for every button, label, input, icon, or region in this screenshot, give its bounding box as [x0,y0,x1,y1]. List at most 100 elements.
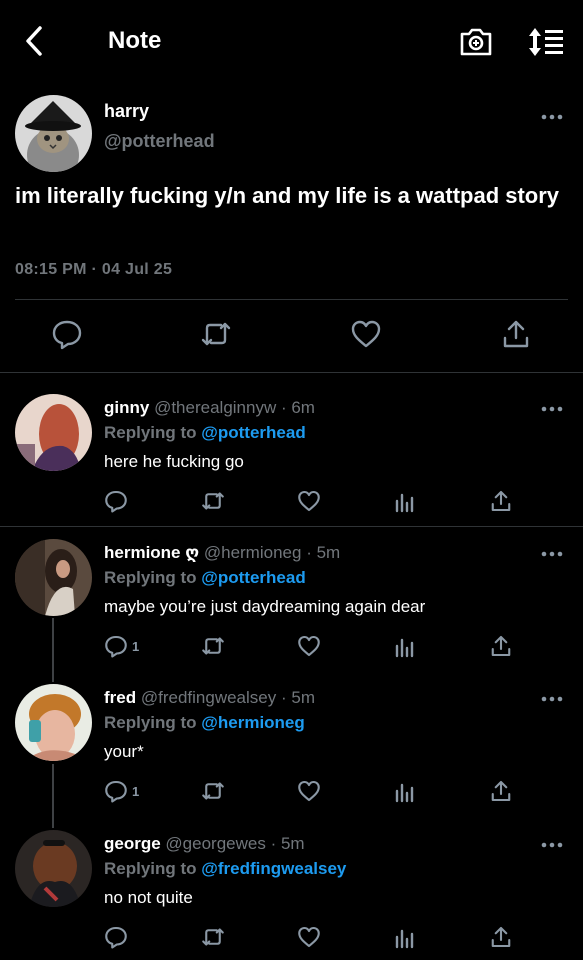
like-icon [298,780,320,802]
analytics-button[interactable] [394,633,416,659]
replying-to: Replying to @fredfingwealsey [104,859,346,879]
like-button[interactable] [297,778,321,804]
like-button[interactable] [297,924,321,950]
analytics-icon [395,929,414,949]
share-button[interactable] [489,488,513,514]
mention-link[interactable]: @fredfingwealsey [201,859,346,878]
mention-link[interactable]: @hermioneg [201,713,304,732]
share-icon [491,635,511,657]
reply-actions: 1 [104,633,524,663]
back-button[interactable] [18,24,50,58]
camera-button[interactable] [458,24,494,60]
author-name[interactable]: fred [104,688,136,707]
reply-header: hermione ღ @hermioneg · 5m [104,543,340,563]
reply-time: · 5m [270,834,305,853]
like-button[interactable] [297,488,321,514]
reply-text: no not quite [104,888,193,907]
more-button[interactable] [541,112,563,122]
reply-button[interactable] [104,924,132,950]
ginny-avatar-image [15,394,92,471]
share-icon [503,320,529,348]
author-handle[interactable]: @hermioneg [204,543,302,562]
avatar[interactable] [15,394,92,471]
author-handle[interactable]: @georgewes [165,834,265,853]
reply-actions [104,924,524,954]
reply-time: · 5m [280,688,315,707]
mention-link[interactable]: @potterhead [201,568,305,587]
retweet-icon [202,637,224,655]
analytics-button[interactable] [394,488,416,514]
more-button[interactable] [541,404,563,414]
reply-icon [52,320,82,350]
mention-link[interactable]: @potterhead [201,423,305,442]
analytics-button[interactable] [394,778,416,804]
retweet-button[interactable] [200,488,226,514]
more-dots-icon [541,114,563,120]
author-handle[interactable]: @therealginnyw [154,398,276,417]
like-button[interactable] [297,633,321,659]
author-handle[interactable]: @potterhead [104,131,215,152]
reply-header: george @georgewes · 5m [104,834,305,854]
author-name[interactable]: ginny [104,398,149,417]
retweet-button[interactable] [200,924,226,950]
divider [15,299,568,300]
replying-to: Replying to @potterhead [104,423,306,443]
more-button[interactable] [541,840,563,850]
avatar[interactable] [15,830,92,907]
retweet-button[interactable] [200,633,226,659]
like-icon [298,926,320,948]
more-button[interactable] [541,549,563,559]
analytics-icon [395,493,414,513]
share-button[interactable] [500,318,532,350]
reply-count: 1 [132,638,140,654]
avatar[interactable] [15,95,92,172]
share-icon [491,926,511,948]
share-button[interactable] [489,633,513,659]
reply-count: 1 [132,783,140,799]
thread-line [52,618,54,682]
share-button[interactable] [489,924,513,950]
analytics-icon [395,783,414,803]
reply-icon [105,635,127,658]
like-button[interactable] [350,318,382,350]
reply-text: your* [104,742,144,761]
thread-line [52,764,54,828]
sort-button[interactable] [527,24,567,60]
top-bar: Note [0,0,583,84]
replying-label: Replying to [104,423,197,442]
george-avatar-image [15,830,92,907]
reply-button[interactable] [104,488,132,514]
sort-lines-icon [529,28,563,56]
replying-to: Replying to @potterhead [104,568,306,588]
retweet-button[interactable] [200,778,226,804]
more-dots-icon [541,406,563,412]
author-name[interactable]: harry [104,101,149,122]
avatar[interactable] [15,684,92,761]
author-name[interactable]: hermione [104,543,181,562]
analytics-icon [395,638,414,658]
share-button[interactable] [489,778,513,804]
more-dots-icon [541,842,563,848]
reply-button[interactable]: 1 [104,778,139,804]
author-handle[interactable]: @fredfingwealsey [141,688,276,707]
post-actions [0,318,583,358]
divider [0,526,583,527]
share-icon [491,490,511,512]
like-icon [351,320,381,348]
reply-text: here he fucking go [104,452,244,471]
reply-button[interactable]: 1 [104,633,139,659]
retweet-button[interactable] [199,318,231,350]
page-title: Note [108,27,162,54]
reply-icon [105,490,127,513]
analytics-button[interactable] [394,924,416,950]
reply-time: · 6m [280,398,315,417]
reply-actions: 1 [104,778,524,808]
replying-label: Replying to [104,859,197,878]
author-name[interactable]: george [104,834,161,853]
chevron-left-icon [26,26,42,56]
more-button[interactable] [541,694,563,704]
camera-icon [460,28,492,56]
reply-button[interactable] [51,318,83,350]
avatar[interactable] [15,539,92,616]
more-dots-icon [541,696,563,702]
